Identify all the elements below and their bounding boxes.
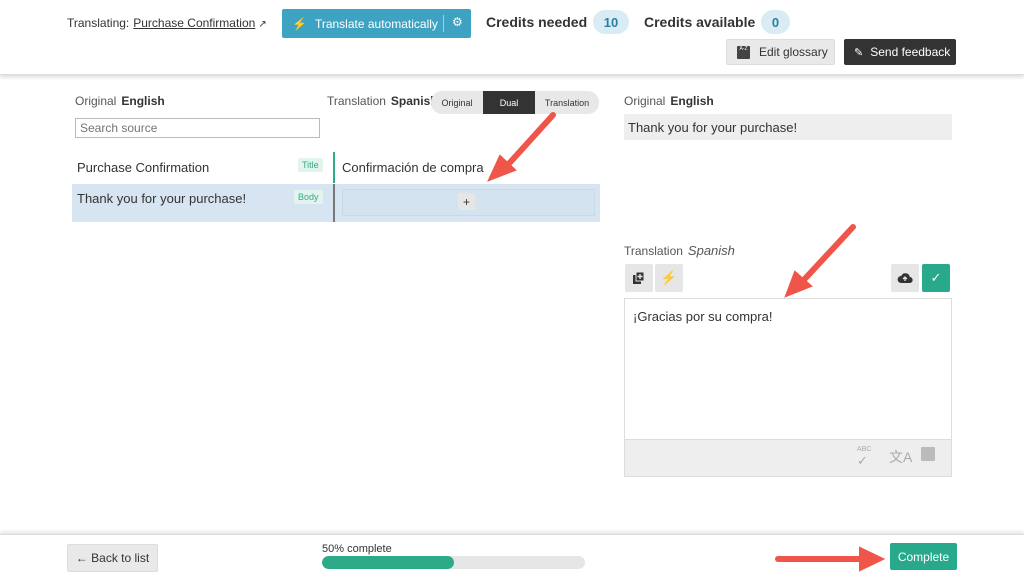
progress-fill [322, 556, 454, 569]
translation-label: Translation [327, 94, 386, 108]
left-translation-header: Translation Spanish [327, 94, 438, 108]
copy-icon [633, 271, 645, 284]
right-translation-header: Translation Spanish [624, 243, 735, 258]
copy-source-button[interactable] [625, 264, 653, 292]
credits-needed-badge: 10 [593, 10, 629, 34]
annotation-arrows [487, 112, 886, 572]
auto-translate-segment-button[interactable]: ⚡ [655, 264, 683, 292]
translation-label: Translation [624, 244, 683, 258]
translation-language: Spanish [687, 243, 735, 258]
add-translation-button[interactable]: + [458, 193, 475, 210]
segment-tag: Body [294, 190, 323, 204]
glossary-icon: A-Z [737, 45, 750, 59]
lightning-icon: ⚡ [292, 16, 307, 31]
progress-bar [322, 556, 585, 569]
external-link-icon[interactable]: ↗ [258, 19, 266, 30]
segment-tag: Title [298, 158, 323, 172]
view-mode-dual[interactable]: Dual [483, 91, 535, 114]
original-language: English [121, 94, 165, 108]
checkmark-icon: ✓ [930, 270, 942, 285]
back-to-list-button[interactable]: ← Back to list [67, 544, 158, 572]
glossary-icon[interactable] [921, 447, 935, 464]
original-language: English [670, 94, 714, 108]
credits-needed-label: Credits needed [486, 14, 588, 30]
cloud-upload-icon [897, 273, 913, 284]
button-divider [443, 15, 444, 32]
document-link[interactable]: Purchase Confirmation [133, 16, 255, 30]
annotation-arrow [798, 224, 856, 286]
translate-button-label: Translate automatically [314, 16, 438, 31]
edit-glossary-button[interactable]: A-Z Edit glossary [726, 39, 835, 65]
gear-icon[interactable]: ⚙ [452, 15, 463, 29]
view-mode-original[interactable]: Original [431, 91, 483, 114]
row-status-bar [333, 184, 335, 222]
row-translation-text[interactable]: Confirmación de compra [342, 160, 484, 175]
credits-available-label: Credits available [644, 14, 756, 30]
row-source-text: Purchase Confirmation [77, 160, 210, 175]
original-label: Original [624, 94, 666, 108]
progress-label: 50% complete [322, 543, 392, 555]
lightning-icon: ⚡ [660, 270, 678, 285]
view-mode-translation[interactable]: Translation [535, 91, 599, 114]
spellcheck-icon[interactable]: ABC ✓ [857, 446, 871, 468]
source-text-box: Thank you for your purchase! [624, 114, 952, 140]
translating-label: Translating: [67, 16, 130, 30]
search-source-input[interactable] [75, 118, 320, 138]
cloud-upload-button[interactable] [891, 264, 919, 292]
translate-icon[interactable]: 文A [889, 447, 912, 467]
send-feedback-button[interactable]: ✎ Send feedback [844, 39, 956, 65]
view-mode-toggle: Original Dual Translation [431, 91, 599, 114]
left-original-header: Original English [75, 94, 165, 108]
row-source-text: Thank you for your purchase! [77, 191, 247, 206]
row-status-bar [333, 152, 335, 183]
original-label: Original [75, 94, 117, 108]
send-feedback-label: Send feedback [870, 45, 951, 59]
translating-info: Translating: Purchase Confirmation ↗ [67, 16, 267, 30]
pencil-icon: ✎ [854, 46, 864, 59]
confirm-translation-button[interactable]: ✓ [922, 264, 950, 292]
annotation-arrowhead [784, 270, 813, 298]
complete-button[interactable]: Complete [890, 543, 957, 570]
translation-editor[interactable]: ¡Gracias por su compra! [624, 298, 952, 439]
translate-automatically-button[interactable]: ⚡ Translate automatically ⚙ [282, 9, 471, 38]
edit-glossary-label: Edit glossary [759, 45, 828, 59]
right-original-header: Original English [624, 94, 714, 108]
credits-available-badge: 0 [761, 10, 790, 34]
